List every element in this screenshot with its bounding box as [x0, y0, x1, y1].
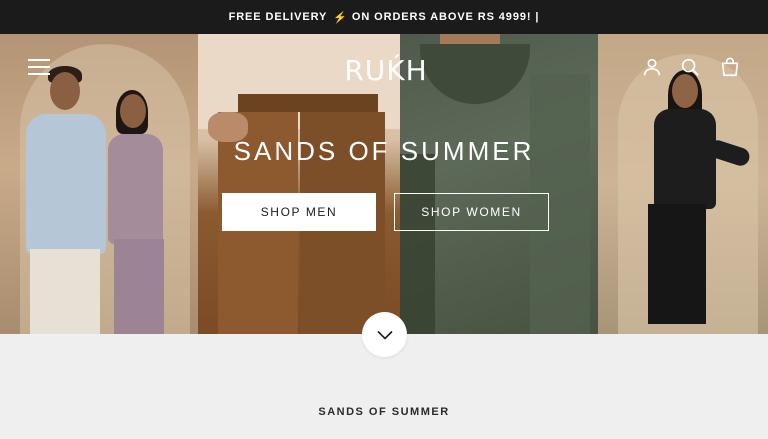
site-logo[interactable]: RUḰH	[340, 54, 432, 88]
search-icon[interactable]	[679, 56, 701, 78]
announcement-bar: FREE DELIVERY ⚡ ON ORDERS ABOVE RS 4999!…	[0, 0, 768, 34]
account-icon[interactable]	[641, 56, 663, 78]
shopping-bag-icon[interactable]	[719, 56, 741, 78]
announcement-text-end: ON ORDERS ABOVE RS 4999!	[351, 11, 532, 23]
scroll-down-button[interactable]	[362, 312, 407, 357]
lightning-bolt-icon: ⚡	[333, 11, 348, 24]
site-header: RUḰH	[0, 34, 768, 104]
shop-men-button[interactable]: SHOP MEN	[222, 193, 376, 231]
hero-headline: SANDS OF SUMMER	[233, 136, 535, 166]
hamburger-menu-icon[interactable]	[28, 59, 50, 75]
announcement-divider: |	[535, 11, 540, 23]
announcement-text-start: FREE DELIVERY	[228, 11, 328, 23]
chevron-down-icon	[376, 330, 393, 340]
section-title: SANDS OF SUMMER	[318, 406, 450, 418]
shop-women-button[interactable]: SHOP WOMEN	[394, 193, 549, 231]
